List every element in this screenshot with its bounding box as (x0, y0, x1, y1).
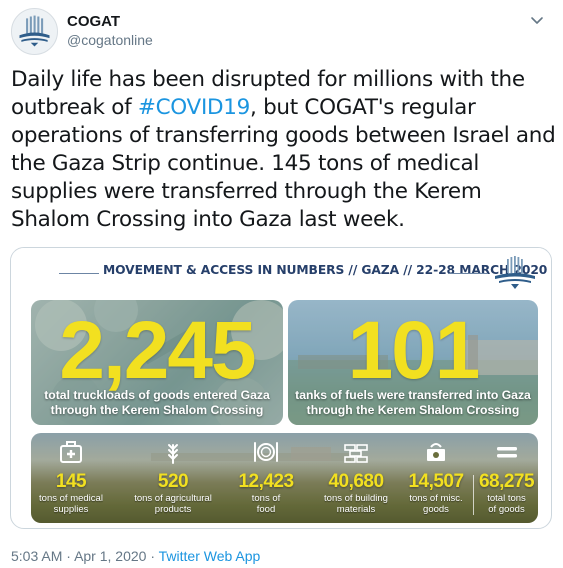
stat-value: 520 (157, 471, 189, 492)
tweet-timestamp: 5:03 AM · Apr 1, 2020 · Twitter Web App (11, 548, 260, 564)
stat-label-line: total tons (487, 493, 526, 504)
stat-value: 14,507 (408, 471, 464, 492)
stat-value: 12,423 (238, 471, 294, 492)
stat-label-line: materials (336, 504, 376, 515)
stat-label: tons of agricultural products (123, 493, 223, 515)
stat-label-line: goods (423, 504, 449, 515)
stat-label-line: tons of (251, 493, 281, 504)
stat-value: 145 (55, 471, 87, 492)
stat-label: tons of building materials (311, 493, 401, 515)
stat-value: 40,680 (328, 471, 384, 492)
caption-line: through the Kerem Shalom Crossing (50, 403, 264, 417)
infographic-title: MOVEMENT & ACCESS IN NUMBERS // GAZA // … (103, 263, 548, 277)
truckloads-value: 2,245 (59, 305, 256, 396)
stat-label-line: food (256, 504, 276, 515)
stat-label-line: supplies (53, 504, 89, 515)
fuel-tanks-caption: tanks of fuels were transferred into Gaz… (288, 388, 538, 418)
fuel-tanks-panel: 101 tanks of fuels were transferred into… (288, 300, 538, 425)
stat-label-line: tons of medical (39, 493, 103, 504)
source-app-link[interactable]: Twitter Web App (159, 548, 261, 564)
tweet-media-image[interactable]: MOVEMENT & ACCESS IN NUMBERS // GAZA // … (10, 247, 552, 529)
plate-cutlery-icon (253, 439, 279, 465)
tweet-time[interactable]: 5:03 AM (11, 548, 62, 564)
tweet-text: Daily life has been disrupted for millio… (11, 66, 556, 234)
medical-kit-icon (58, 439, 84, 465)
caption-line: tanks of fuels were transferred into Gaz… (295, 388, 531, 402)
bricks-icon (343, 439, 369, 465)
cogat-logo-icon (493, 256, 537, 290)
tweet-date[interactable]: Apr 1, 2020 (74, 548, 146, 564)
stat-label-line: tons of building (324, 493, 388, 504)
chevron-down-icon[interactable] (529, 12, 545, 28)
divider (448, 273, 488, 274)
separator: · (66, 548, 71, 564)
fuel-tanks-value: 101 (347, 305, 481, 396)
cogat-emblem-icon (12, 9, 57, 54)
wheat-icon (160, 439, 186, 465)
divider (473, 475, 474, 515)
scale-icon (423, 439, 449, 465)
equals-icon (494, 439, 520, 465)
truckloads-caption: total truckloads of goods entered Gaza t… (31, 388, 283, 418)
stat-label: total tons of goods (475, 493, 538, 515)
stat-label: tons of misc. goods (401, 493, 471, 515)
stat-building: 40,680 tons of building materials (311, 433, 401, 523)
stat-food: 12,423 tons of food (231, 433, 301, 523)
hashtag-link[interactable]: #COVID19 (138, 95, 250, 120)
tweet-header: COGAT @cogatonline (11, 6, 551, 56)
stats-strip: 145 tons of medical supplies 520 tons of… (31, 433, 538, 523)
stat-misc: 14,507 tons of misc. goods (401, 433, 471, 523)
stat-medical: 145 tons of medical supplies (31, 433, 111, 523)
stat-total: 68,275 total tons of goods (475, 433, 538, 523)
stat-label: tons of medical supplies (31, 493, 111, 515)
display-name[interactable]: COGAT (67, 13, 120, 30)
separator: · (150, 548, 156, 564)
infographic-header: MOVEMENT & ACCESS IN NUMBERS // GAZA // … (11, 248, 551, 298)
stat-label-line: products (154, 504, 192, 515)
truckloads-panel: 2,245 total truckloads of goods entered … (31, 300, 283, 425)
stat-label-line: of goods (488, 504, 525, 515)
stat-label-line: tons of misc. (409, 493, 463, 504)
stat-label: tons of food (231, 493, 301, 515)
stat-value: 68,275 (478, 471, 535, 492)
caption-line: total truckloads of goods entered Gaza (44, 388, 270, 402)
divider (59, 273, 99, 274)
stat-agricultural: 520 tons of agricultural products (123, 433, 223, 523)
caption-line: through the Kerem Shalom Crossing (306, 403, 520, 417)
avatar[interactable] (11, 8, 58, 55)
stat-label-line: tons of agricultural (134, 493, 212, 504)
user-handle[interactable]: @cogatonline (67, 32, 153, 48)
